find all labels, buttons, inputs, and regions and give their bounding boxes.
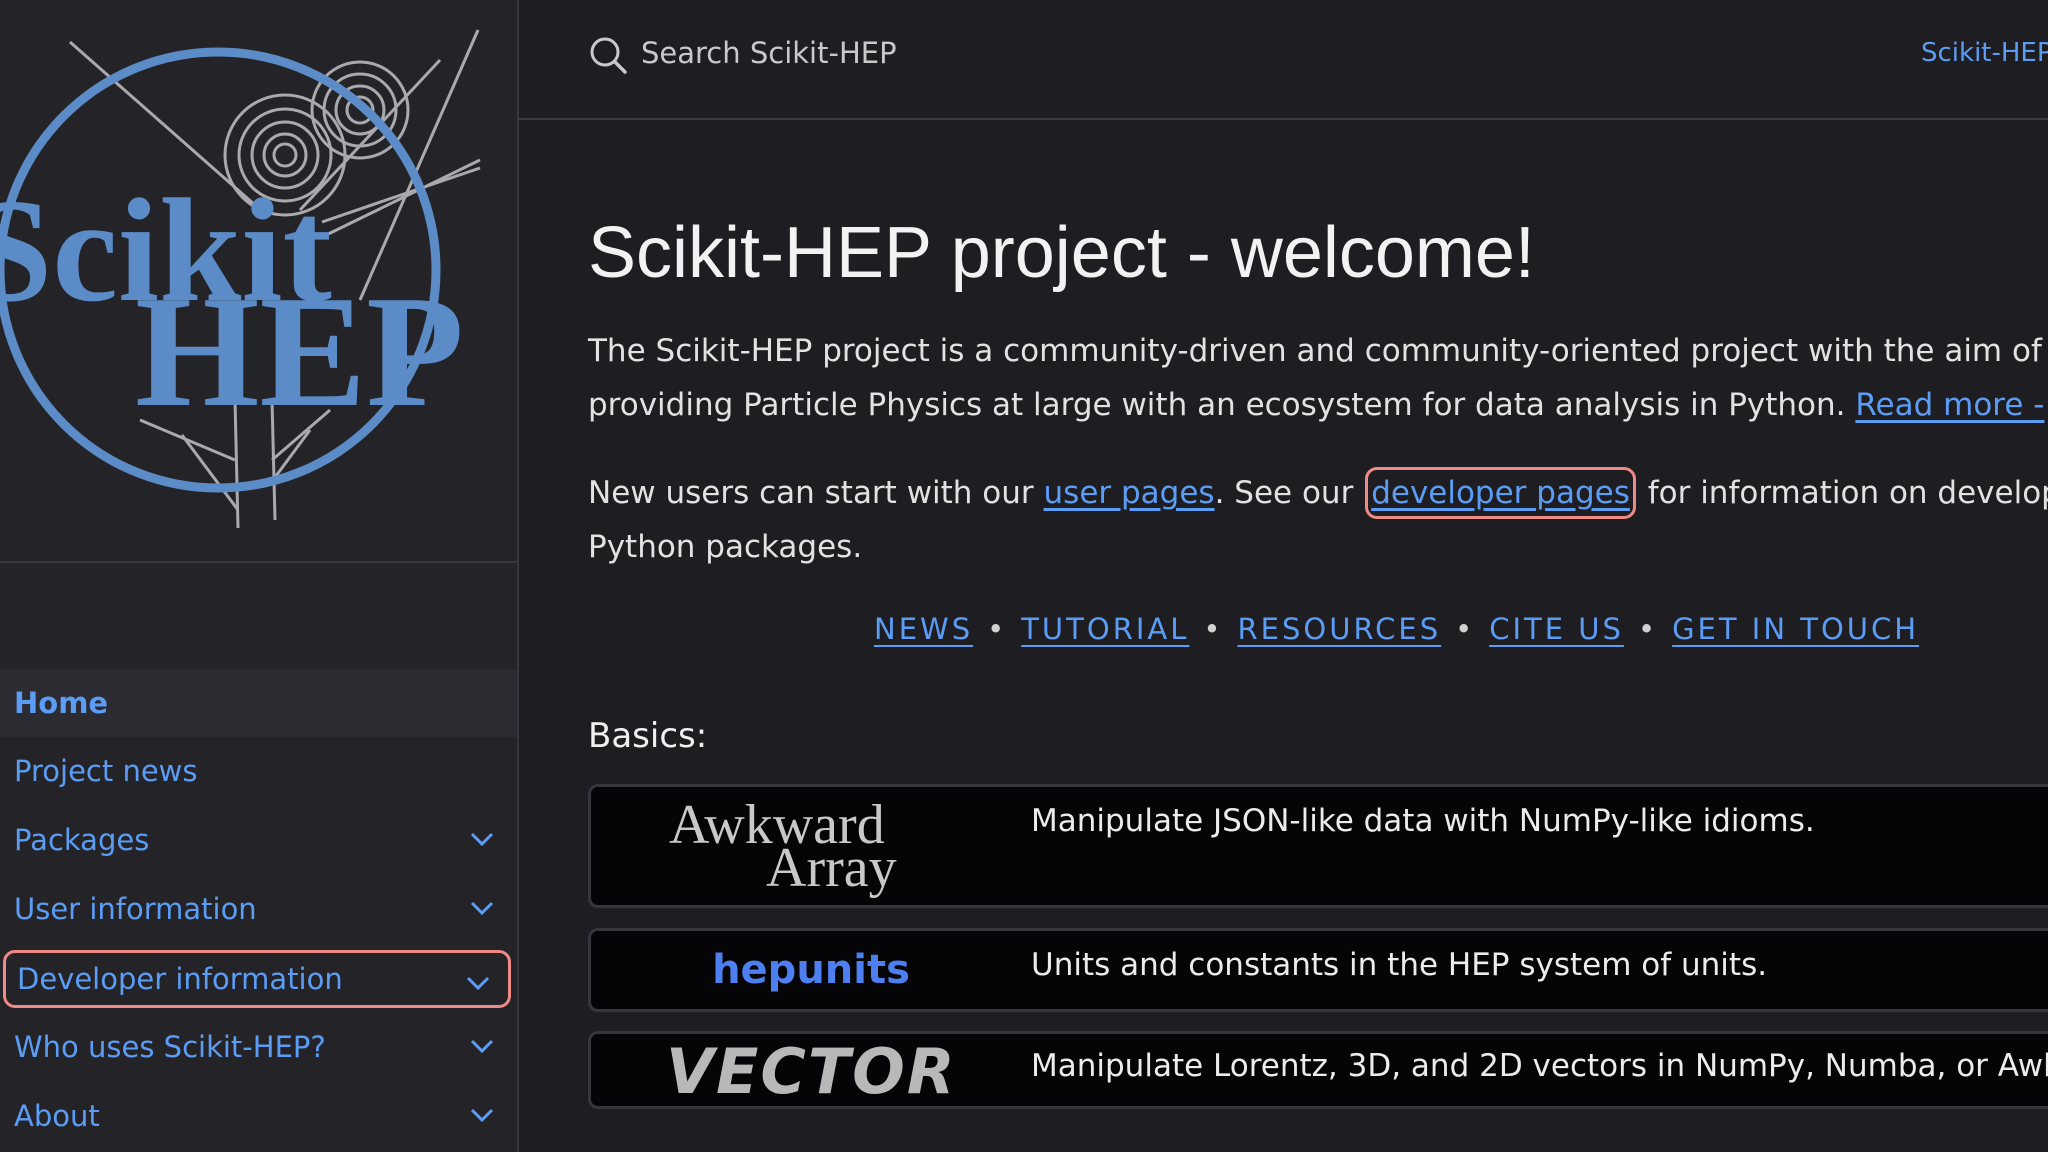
sidebar-item-label: Packages <box>14 823 150 857</box>
awkward-logo-word2: Array <box>766 837 897 899</box>
new-users-text-line2: Python packages. <box>588 529 863 565</box>
chevron-down-icon[interactable] <box>469 1104 495 1126</box>
chevron-down-icon[interactable] <box>469 828 495 850</box>
developer-pages-link[interactable]: developer pages <box>1371 475 1630 511</box>
tutorial-link[interactable]: TUTORIAL <box>1021 612 1189 646</box>
chevron-down-icon[interactable] <box>469 1035 495 1057</box>
separator-dot: • <box>987 612 1008 646</box>
sidebar-item-developer-information[interactable]: Developer information <box>3 950 511 1008</box>
logo-word-hep: HEP <box>135 262 464 440</box>
news-link[interactable]: NEWS <box>874 612 973 646</box>
sidebar-item-label: Who uses Scikit-HEP? <box>14 1030 326 1064</box>
sidebar-item-project-news[interactable]: Project news <box>0 737 517 805</box>
new-users-paragraph: New users can start with our user pages.… <box>588 466 2048 574</box>
quick-links: NEWS • TUTORIAL • RESOURCES • CITE US • GET IN T… <box>874 612 1919 646</box>
sidebar-item-label: Home <box>14 686 109 720</box>
sidebar-item-label: About <box>14 1099 100 1133</box>
package-card-awkward-array[interactable]: Awkward Array Manipulate JSON-like data … <box>588 784 2048 908</box>
chevron-down-icon[interactable] <box>465 972 491 994</box>
sidebar-item-packages[interactable]: Packages <box>0 806 517 874</box>
intro-text-line2: providing Particle Physics at large with… <box>588 387 1856 423</box>
separator-dot: • <box>1455 612 1476 646</box>
hepunits-logo: hepunits <box>591 931 1031 1009</box>
sidebar: Scikit HEP Home Project news Packages Us… <box>0 0 519 1152</box>
new-users-text-post: for information on developing <box>1647 475 2048 511</box>
intro-paragraph: The Scikit-HEP project is a community-dr… <box>588 324 2048 432</box>
resources-link[interactable]: RESOURCES <box>1238 612 1442 646</box>
vector-logo-text: VECTOR <box>666 1035 957 1105</box>
sidebar-divider <box>0 561 517 563</box>
sidebar-item-label: Developer information <box>17 962 343 996</box>
awkward-array-logo: Awkward Array <box>591 787 1031 905</box>
sidebar-item-label: Project news <box>14 754 198 788</box>
page-title: Scikit-HEP project - welcome! <box>588 213 1535 293</box>
hepunits-logo-text: hepunits <box>712 947 910 993</box>
section-title-basics: Basics: <box>588 716 708 756</box>
package-card-hepunits[interactable]: hepunits Units and constants in the HEP … <box>588 928 2048 1012</box>
sidebar-item-home[interactable]: Home <box>0 669 517 737</box>
vector-logo-image: VECTOR <box>666 1035 957 1105</box>
sidebar-item-user-information[interactable]: User information <box>0 875 517 943</box>
separator-dot: • <box>1203 612 1224 646</box>
sidebar-item-about[interactable]: About <box>0 1082 517 1150</box>
sidebar-item-who-uses[interactable]: Who uses Scikit-HEP? <box>0 1013 517 1081</box>
package-description: Manipulate JSON-like data with NumPy-lik… <box>1031 803 1815 839</box>
get-in-touch-link[interactable]: GET IN TOUCH <box>1672 612 1919 646</box>
cite-us-link[interactable]: CITE US <box>1489 612 1624 646</box>
package-description: Units and constants in the HEP system of… <box>1031 947 1768 983</box>
new-users-text-mid: . See our <box>1214 475 1364 511</box>
intro-text-line1: The Scikit-HEP project is a community-dr… <box>588 333 2042 369</box>
scikit-hep-logo[interactable]: Scikit HEP <box>0 0 517 560</box>
awkward-array-logo-image: Awkward Array <box>669 794 897 899</box>
user-pages-link[interactable]: user pages <box>1044 475 1215 511</box>
read-more-link[interactable]: Read more - <box>1855 387 2044 423</box>
separator-dot: • <box>1637 612 1659 646</box>
new-users-text-pre: New users can start with our <box>588 475 1044 511</box>
package-description: Manipulate Lorentz, 3D, and 2D vectors i… <box>1031 1048 2048 1084</box>
developer-pages-highlight: developer pages <box>1365 467 1636 519</box>
vector-logo: VECTOR <box>591 1034 1031 1106</box>
sidebar-item-label: User information <box>14 892 257 926</box>
package-card-vector[interactable]: VECTOR Manipulate Lorentz, 3D, and 2D ve… <box>588 1031 2048 1109</box>
chevron-down-icon[interactable] <box>469 897 495 919</box>
main-content: Scikit-HEP project - welcome! The Scikit… <box>588 0 2048 1152</box>
